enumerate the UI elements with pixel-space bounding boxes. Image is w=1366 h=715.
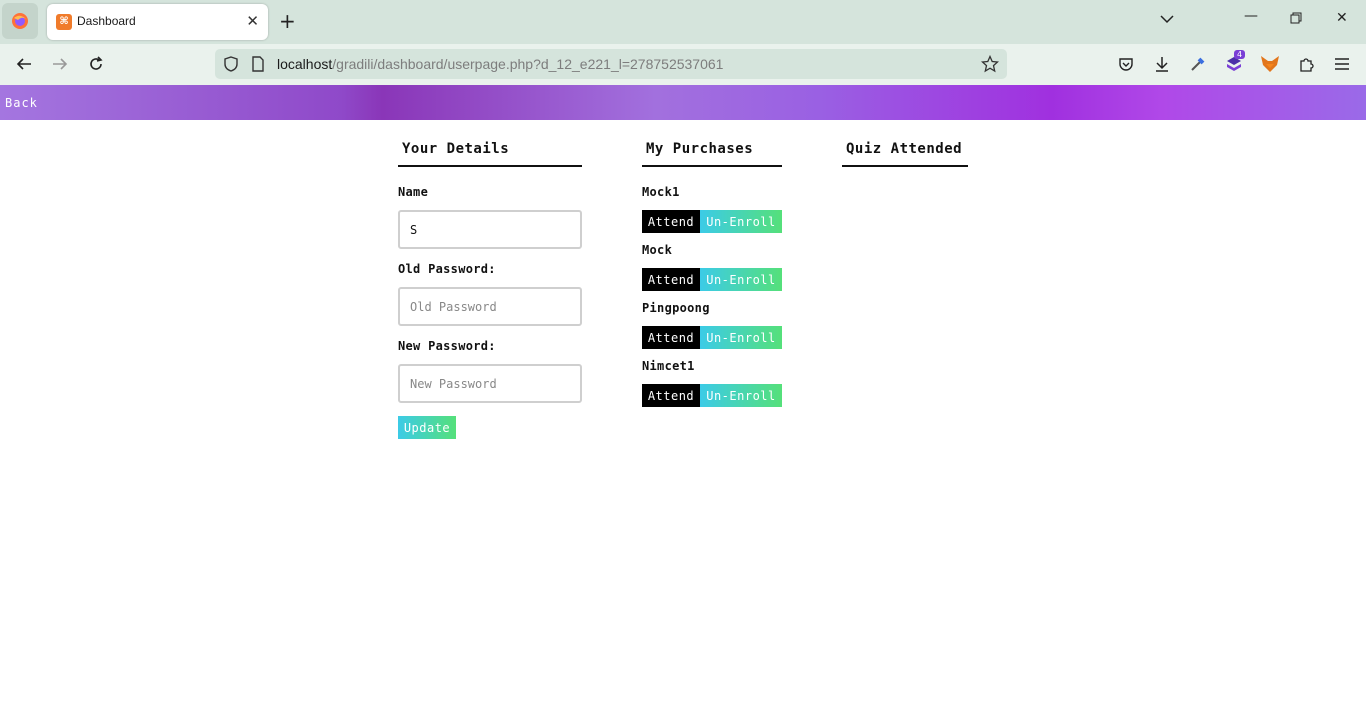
browser-tab-dashboard[interactable]: ⌘ Dashboard ✕ bbox=[47, 4, 268, 40]
chevron-down-icon[interactable] bbox=[1160, 12, 1174, 30]
name-label: Name bbox=[398, 185, 429, 199]
old-password-label: Old Password: bbox=[398, 262, 496, 276]
your-details-section: Your Details bbox=[398, 138, 582, 167]
menu-icon[interactable] bbox=[1330, 52, 1354, 76]
pocket-icon[interactable] bbox=[1114, 52, 1138, 76]
back-link[interactable]: Back bbox=[5, 96, 38, 110]
attend-button[interactable]: Attend bbox=[642, 326, 700, 349]
purchase-name-pingpoong: Pingpoong bbox=[642, 301, 710, 315]
restore-icon[interactable] bbox=[1290, 12, 1302, 28]
download-icon[interactable] bbox=[1150, 52, 1174, 76]
update-button[interactable]: Update bbox=[398, 416, 456, 439]
attend-button[interactable]: Attend bbox=[642, 384, 700, 407]
unenroll-button[interactable]: Un-Enroll bbox=[700, 326, 782, 349]
url-host: localhost bbox=[277, 56, 333, 72]
close-icon[interactable]: ✕ bbox=[246, 12, 259, 30]
attend-button[interactable]: Attend bbox=[642, 210, 700, 233]
url-path: /gradili/dashboard/userpage.php?d_12_e22… bbox=[332, 56, 724, 72]
minimize-icon[interactable]: — bbox=[1244, 8, 1258, 24]
quiz-attended-section: Quiz Attended bbox=[842, 138, 968, 167]
firefox-view-button[interactable] bbox=[2, 3, 38, 39]
purchase-name-mock1: Mock1 bbox=[642, 185, 680, 199]
purchase-actions-mock: Attend Un-Enroll bbox=[642, 268, 782, 291]
browser-nav-bar: localhost/gradili/dashboard/userpage.php… bbox=[0, 44, 1366, 85]
new-password-label: New Password: bbox=[398, 339, 496, 353]
my-purchases-section: My Purchases bbox=[642, 138, 782, 167]
my-purchases-title: My Purchases bbox=[642, 138, 782, 167]
quiz-attended-title: Quiz Attended bbox=[842, 138, 968, 167]
puzzle-icon[interactable] bbox=[1294, 52, 1318, 76]
back-arrow-icon[interactable] bbox=[12, 52, 36, 76]
firefox-icon bbox=[12, 13, 28, 29]
eyedropper-icon[interactable] bbox=[1186, 52, 1210, 76]
fox-icon[interactable] bbox=[1258, 52, 1282, 76]
browser-tab-bar: ⌘ Dashboard ✕ + — ✕ bbox=[0, 0, 1366, 44]
page-header-strip: Back bbox=[0, 85, 1366, 120]
unenroll-button[interactable]: Un-Enroll bbox=[700, 210, 782, 233]
forward-arrow-icon[interactable] bbox=[48, 52, 72, 76]
tab-title: Dashboard bbox=[77, 14, 136, 28]
window-close-icon[interactable]: ✕ bbox=[1336, 10, 1348, 26]
star-icon[interactable] bbox=[981, 55, 999, 73]
xampp-favicon-icon: ⌘ bbox=[56, 14, 72, 30]
attend-button[interactable]: Attend bbox=[642, 268, 700, 291]
old-password-field[interactable] bbox=[398, 287, 582, 326]
purchase-name-nimcet1: Nimcet1 bbox=[642, 359, 695, 373]
shield-icon[interactable] bbox=[223, 56, 239, 72]
new-password-field[interactable] bbox=[398, 364, 582, 403]
purchase-actions-pingpoong: Attend Un-Enroll bbox=[642, 326, 782, 349]
unenroll-button[interactable]: Un-Enroll bbox=[700, 268, 782, 291]
name-field[interactable] bbox=[398, 210, 582, 249]
url-bar[interactable]: localhost/gradili/dashboard/userpage.php… bbox=[215, 49, 1007, 79]
extension-badge: 4 bbox=[1234, 50, 1246, 59]
your-details-title: Your Details bbox=[398, 138, 582, 167]
purchase-actions-nimcet1: Attend Un-Enroll bbox=[642, 384, 782, 407]
reload-icon[interactable] bbox=[84, 52, 108, 76]
url-text[interactable]: localhost/gradili/dashboard/userpage.php… bbox=[277, 56, 723, 72]
purchase-actions-mock1: Attend Un-Enroll bbox=[642, 210, 782, 233]
purchase-name-mock: Mock bbox=[642, 243, 673, 257]
plus-icon[interactable]: + bbox=[279, 10, 296, 32]
page-icon[interactable] bbox=[251, 56, 265, 72]
unenroll-button[interactable]: Un-Enroll bbox=[700, 384, 782, 407]
